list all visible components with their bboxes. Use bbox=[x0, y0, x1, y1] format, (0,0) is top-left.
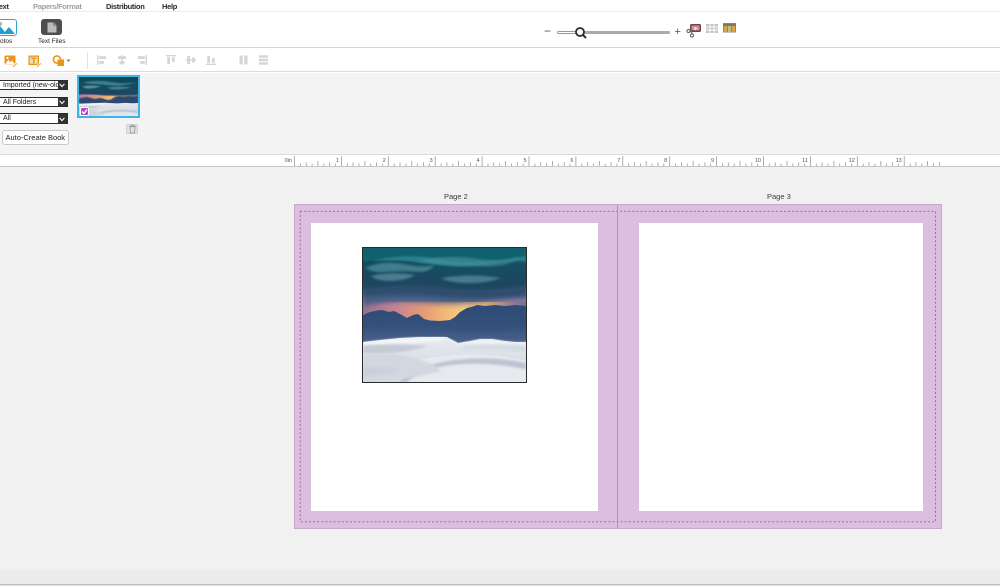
svg-text:11: 11 bbox=[802, 158, 808, 164]
svg-text:12: 12 bbox=[849, 158, 855, 164]
svg-text:13: 13 bbox=[896, 158, 902, 164]
svg-text:5: 5 bbox=[523, 158, 526, 164]
svg-text:1: 1 bbox=[336, 158, 339, 164]
svg-text:8: 8 bbox=[664, 158, 667, 164]
svg-text:2: 2 bbox=[383, 158, 386, 164]
svg-text:9: 9 bbox=[711, 158, 714, 164]
svg-text:3: 3 bbox=[430, 158, 433, 164]
svg-text:7: 7 bbox=[617, 158, 620, 164]
svg-text:10: 10 bbox=[755, 158, 761, 164]
svg-text:6: 6 bbox=[570, 158, 573, 164]
svg-text:0in: 0in bbox=[285, 158, 292, 164]
svg-text:4: 4 bbox=[477, 158, 480, 164]
